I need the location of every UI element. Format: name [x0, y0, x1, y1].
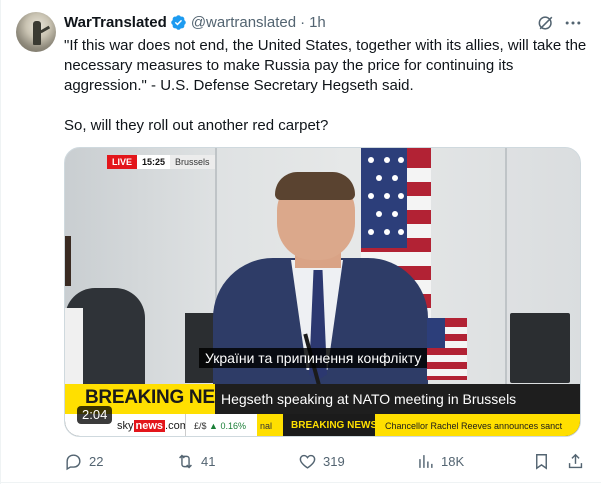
- more-options-icon[interactable]: [563, 13, 583, 33]
- timestamp[interactable]: 1h: [309, 14, 326, 31]
- ticker-fragment: nal: [257, 414, 283, 436]
- views-chart-icon: [419, 454, 433, 468]
- tweet-text: "If this war does not end, the United St…: [64, 36, 589, 136]
- author-handle[interactable]: @wartranslated: [191, 14, 296, 31]
- ticker-fx-rate: £/$ ▲ 0.16%: [185, 414, 257, 436]
- like-count: 319: [323, 453, 345, 469]
- video-subtitle: України та припинення конфлікту: [199, 348, 428, 368]
- action-bar: 22 41 319 18K: [64, 450, 589, 472]
- repost-count: 41: [201, 453, 216, 469]
- bookmark-icon: [536, 453, 547, 470]
- grok-icon[interactable]: [536, 13, 556, 33]
- live-label: LIVE: [107, 155, 138, 169]
- divider: [0, 0, 1, 484]
- broadcast-clock: 15:25: [137, 155, 171, 169]
- separator-dot: ·: [300, 13, 306, 31]
- broadcast-location: Brussels: [170, 155, 215, 169]
- repost-icon: [179, 454, 192, 468]
- ticker-breaking-label: BREAKING NEWS: [283, 414, 377, 436]
- tweet-header: WarTranslated @wartranslated · 1h: [64, 12, 326, 32]
- like-button[interactable]: 319: [298, 450, 345, 472]
- share-icon: [568, 453, 583, 468]
- avatar[interactable]: [16, 12, 56, 52]
- divider: [0, 482, 601, 483]
- video-player[interactable]: LIVE 15:25 Brussels України та припиненн…: [64, 147, 581, 437]
- reply-icon: [66, 453, 81, 470]
- tweet-quote: "If this war does not end, the United St…: [64, 37, 587, 94]
- verified-badge-icon: [171, 14, 186, 30]
- desk-flag-image: [427, 318, 467, 380]
- reply-count: 22: [89, 453, 104, 469]
- tweet-comment: So, will they roll out another red carpe…: [64, 117, 329, 134]
- repost-button[interactable]: 41: [176, 450, 215, 472]
- views-button[interactable]: 18K: [416, 450, 464, 472]
- heart-icon: [299, 454, 316, 469]
- live-indicator: LIVE 15:25 Brussels: [107, 155, 215, 169]
- reply-button[interactable]: 22: [64, 450, 103, 472]
- share-button[interactable]: [566, 450, 591, 472]
- author-name[interactable]: WarTranslated: [64, 14, 167, 31]
- news-headline: Hegseth speaking at NATO meeting in Brus…: [215, 384, 580, 414]
- views-count: 18K: [441, 453, 465, 469]
- tweet-card[interactable]: WarTranslated @wartranslated · 1h "If th…: [0, 0, 601, 484]
- video-duration: 2:04: [77, 406, 113, 424]
- ticker-story: Chancellor Rachel Reeves announces sanct: [375, 414, 580, 436]
- bookmark-button[interactable]: [532, 450, 557, 472]
